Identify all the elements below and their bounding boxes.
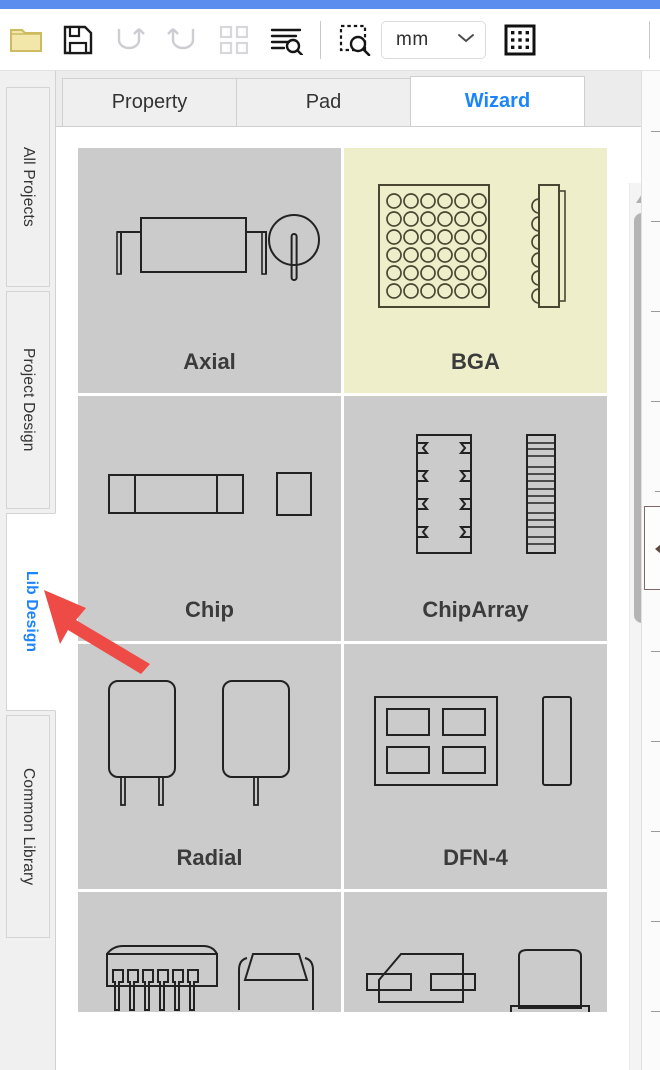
chip-footprint-art xyxy=(78,414,341,574)
panel-tabstrip: Property Pad Wizard xyxy=(56,71,660,127)
four-squares-icon[interactable] xyxy=(208,14,260,66)
marquee-zoom-icon[interactable] xyxy=(329,14,381,66)
grid-dots-icon[interactable] xyxy=(494,14,546,66)
dip-footprint-art xyxy=(78,940,341,1012)
tab-property[interactable]: Property xyxy=(62,78,237,126)
footprint-name: DFN-4 xyxy=(443,845,508,870)
footprint-name: Radial xyxy=(176,845,243,870)
radial-footprint-art xyxy=(78,662,341,822)
sot-footprint-art xyxy=(344,940,607,1012)
tab-label: Property xyxy=(111,91,188,113)
sidebar-item-common-library[interactable]: Common Library xyxy=(6,715,50,938)
footprint-cell-chiparray[interactable]: ChipArray xyxy=(344,396,607,641)
toolbar-divider-2 xyxy=(649,20,650,59)
footprint-cell-axial[interactable]: Axial xyxy=(78,148,341,393)
sidebar-item-lib-design[interactable]: Lib Design xyxy=(6,513,56,711)
unit-select-value: mm xyxy=(396,28,429,50)
app-window: mm All Projects Project Design Lib Desig… xyxy=(0,0,660,1070)
tab-label: Wizard xyxy=(464,90,531,112)
dfn4-footprint-art xyxy=(344,662,607,822)
footprint-cell-radial[interactable]: Radial xyxy=(78,644,341,889)
list-search-icon[interactable] xyxy=(260,14,312,66)
wizard-body: Axial BGA Chip ChipArray Radial DFN-4 xyxy=(56,127,660,1070)
ruler-cursor-marker xyxy=(644,506,660,590)
sidebar-item-project-design[interactable]: Project Design xyxy=(6,291,50,509)
unit-select[interactable]: mm xyxy=(381,20,486,59)
toolbar-divider-1 xyxy=(320,20,321,59)
folder-icon[interactable] xyxy=(0,14,52,66)
left-tab-rail: All Projects Project Design Lib Design C… xyxy=(0,71,56,1070)
tab-label: Pad xyxy=(305,91,342,113)
footprint-name: Axial xyxy=(183,349,236,374)
tab-pad[interactable]: Pad xyxy=(236,78,411,126)
ruler-cursor-triangle-icon xyxy=(655,540,660,558)
axial-footprint-art xyxy=(78,166,341,326)
sidebar-item-label: All Projects xyxy=(20,147,37,227)
sidebar-item-label: Project Design xyxy=(20,348,37,452)
tab-wizard[interactable]: Wizard xyxy=(410,76,585,126)
main-toolbar: mm xyxy=(0,9,660,71)
right-panel: Property Pad Wizard Axial BGA Chip ChipA… xyxy=(56,71,660,1070)
footprint-grid: Axial BGA Chip ChipArray Radial DFN-4 xyxy=(78,148,607,1012)
footprint-cell-bga[interactable]: BGA xyxy=(344,148,607,393)
footprint-cell-dfn4[interactable]: DFN-4 xyxy=(344,644,607,889)
sidebar-item-label: Common Library xyxy=(20,767,37,886)
sidebar-item-label: Lib Design xyxy=(23,571,40,653)
footprint-name: Chip xyxy=(185,597,234,622)
chiparray-footprint-art xyxy=(344,414,607,574)
bga-footprint-art xyxy=(344,166,607,326)
sidebar-item-all-projects[interactable]: All Projects xyxy=(6,87,50,287)
undo-arrow-icon[interactable] xyxy=(104,14,156,66)
footprint-cell-dip[interactable] xyxy=(78,892,341,1012)
redo-arrow-icon[interactable] xyxy=(156,14,208,66)
chevron-down-icon xyxy=(457,31,475,49)
footprint-cell-sot[interactable] xyxy=(344,892,607,1012)
title-accent-bar xyxy=(0,0,660,9)
vertical-ruler[interactable] xyxy=(641,71,660,1070)
footprint-cell-chip[interactable]: Chip xyxy=(78,396,341,641)
footprint-name: ChipArray xyxy=(422,597,529,622)
footprint-name: BGA xyxy=(451,349,500,374)
save-disk-icon[interactable] xyxy=(52,14,104,66)
